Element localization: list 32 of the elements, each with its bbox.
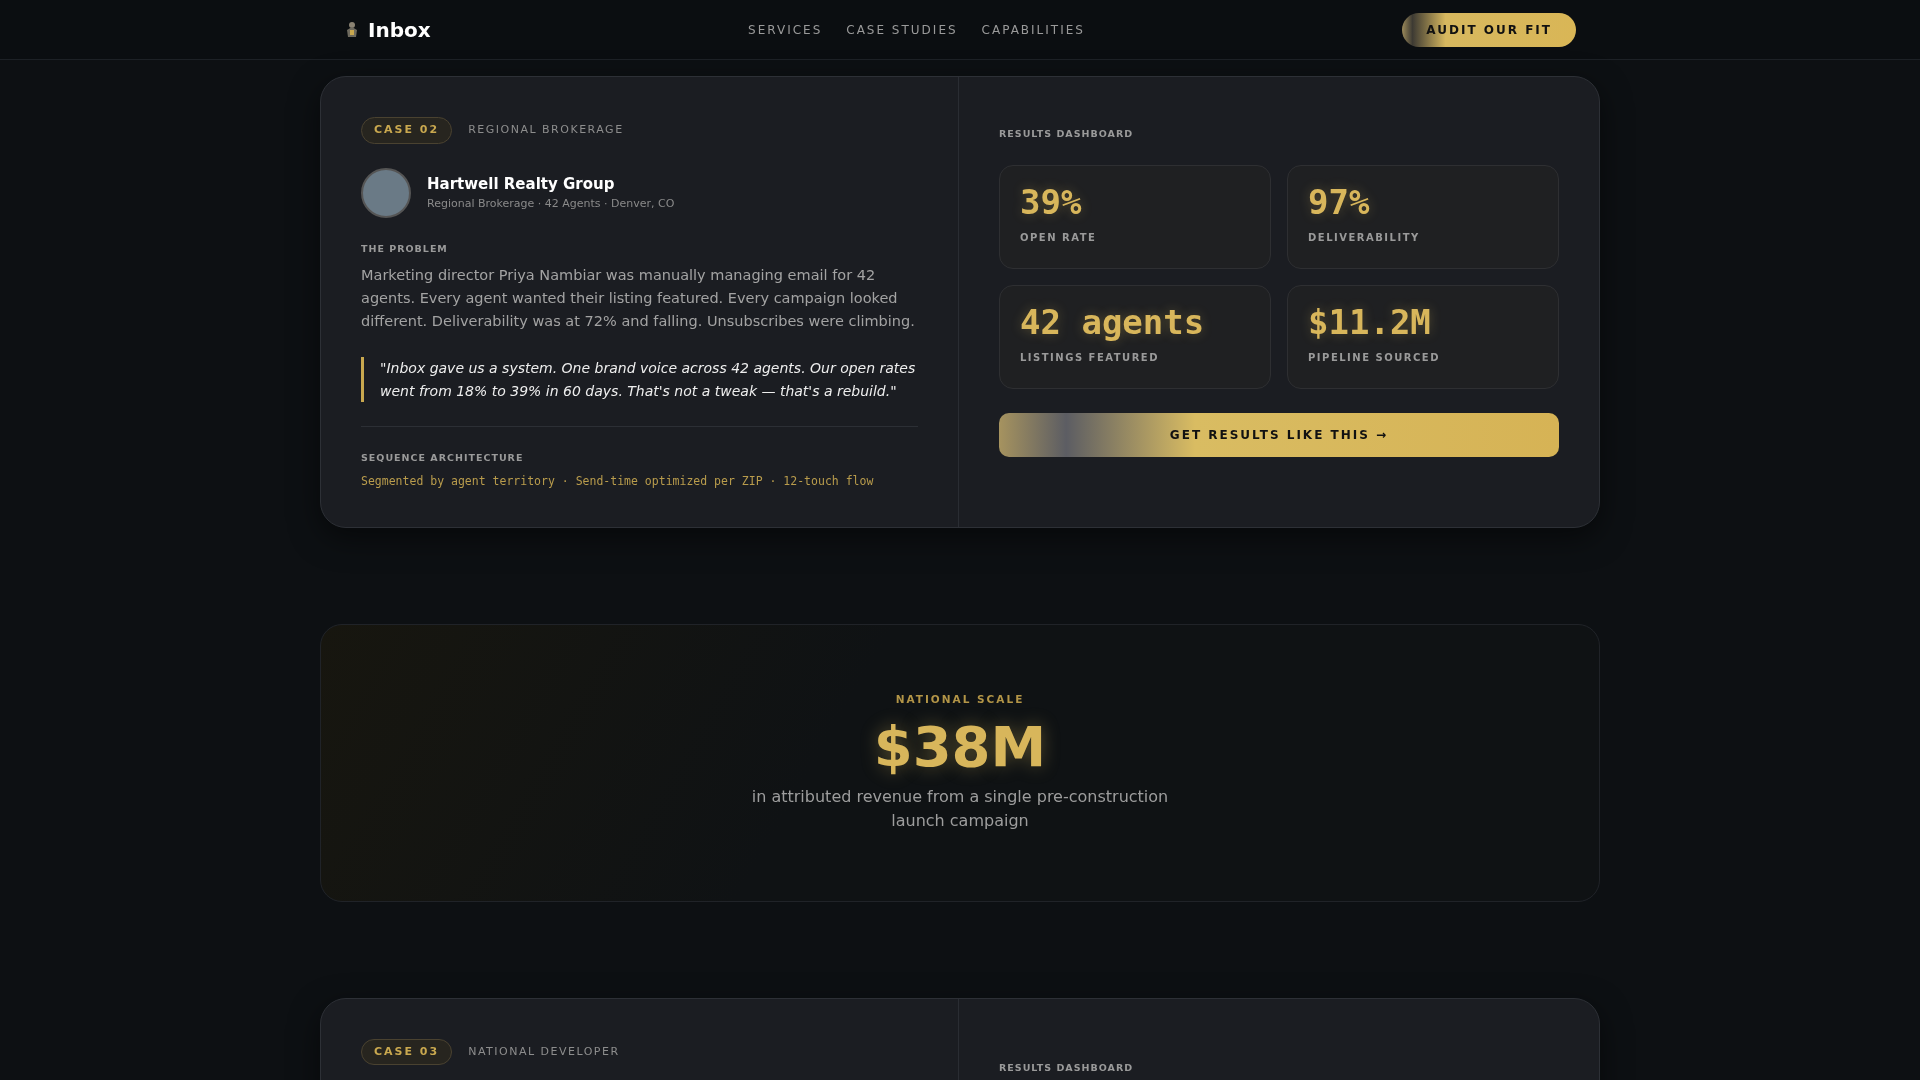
photo-placeholder: [361, 167, 411, 218]
problem-text: Marketing director Priya Nambiar was manually managing email for 42 agents. Every agent wanted their listing featured. Every campaign looked different. Deliverability was at 72% and falling. Unsubscribes were climbing.: [361, 265, 916, 332]
case-badge: CASE 03: [361, 1038, 453, 1066]
nav-link[interactable]: CASE STUDIES: [846, 20, 958, 39]
nav-link[interactable]: CAPABILITIES: [981, 20, 1085, 39]
stat-value: 39%: [1020, 184, 1083, 222]
nav-link[interactable]: SERVICES: [748, 20, 823, 39]
section-heading: THE PROBLEM: [361, 241, 449, 256]
logo-icon: [344, 20, 360, 39]
client-meta: Regional Brokerage · 42 Agents · Denver, CO: [427, 195, 675, 212]
eyebrow-label: NATIONAL SCALE: [895, 691, 1025, 707]
section-heading: SEQUENCE ARCHITECTURE: [361, 451, 525, 466]
highlight-value: $38M: [873, 715, 1047, 778]
section-heading: RESULTS DASHBOARD: [999, 127, 1135, 141]
architecture-text: Segmented by agent territory · Send-time optimized per ZIP · 12-touch flow: [361, 473, 875, 491]
stat-label: PIPELINE SOURCED: [1308, 350, 1441, 365]
brand-name[interactable]: Inbox: [368, 14, 431, 45]
stat-value: 97%: [1308, 184, 1371, 222]
stat-value: 42 agents: [1020, 304, 1206, 342]
stat-label: OPEN RATE: [1020, 230, 1098, 245]
stat-value: $11.2M: [1308, 304, 1432, 342]
results-button[interactable]: GET RESULTS LIKE THIS →: [999, 413, 1559, 458]
stat-label: LISTINGS FEATURED: [1020, 350, 1160, 365]
case-badge: CASE 02: [361, 117, 453, 144]
stat-label: DELIVERABILITY: [1308, 230, 1421, 245]
case-category: NATIONAL DEVELOPER: [468, 1043, 620, 1060]
case-category: REGIONAL BROKERAGE: [468, 122, 624, 138]
highlight-caption: in attributed revenue from a single pre-construction launch campaign: [750, 786, 1170, 833]
testimonial-quote: "Inbox gave us a system. One brand voice across 42 agents. Our open rates went from 18% to 39% in 60 days. That's not a tweak — that's a rebuild.": [361, 357, 918, 403]
audit-button[interactable]: AUDIT OUR FIT: [1402, 12, 1576, 47]
section-heading: RESULTS DASHBOARD: [999, 1060, 1135, 1075]
client-name: Hartwell Realty Group: [427, 174, 616, 195]
